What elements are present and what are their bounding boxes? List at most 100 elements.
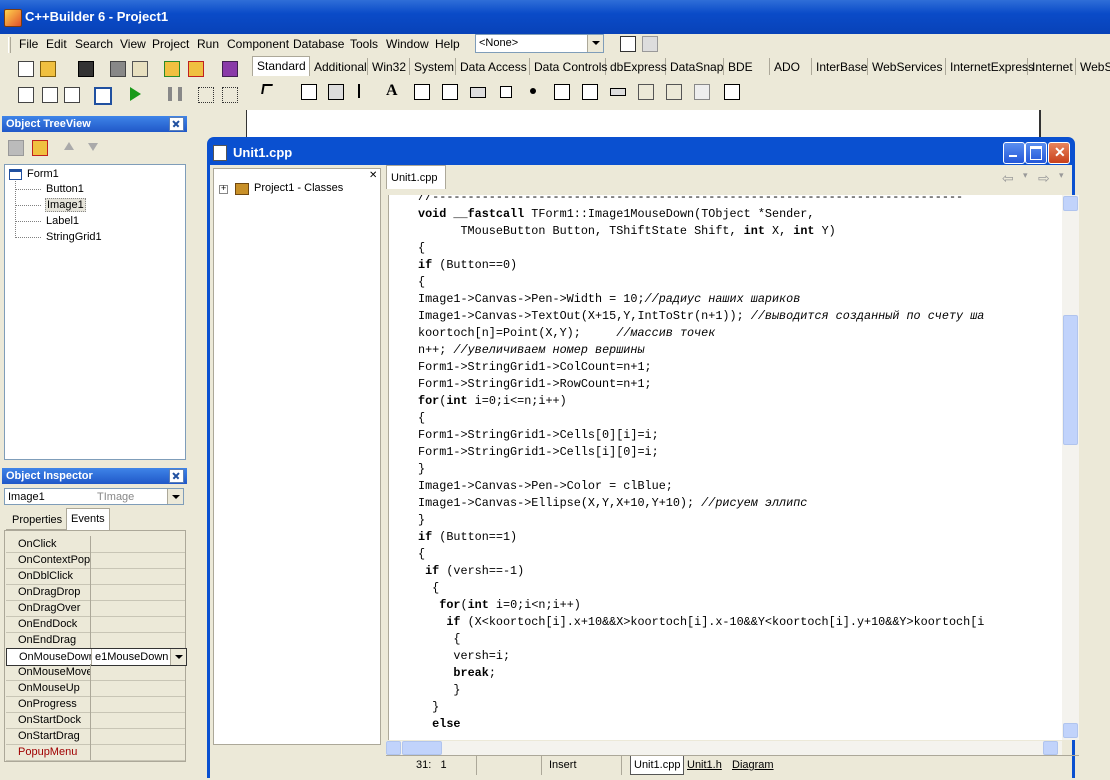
memo-component-icon[interactable] <box>440 82 458 100</box>
menu-edit[interactable]: Edit <box>46 37 67 51</box>
tab-webs[interactable]: WebS <box>1076 58 1110 75</box>
maximize-button[interactable] <box>1025 142 1047 164</box>
window-list-combo[interactable]: <None> <box>475 34 604 53</box>
menu-window[interactable]: Window <box>386 37 429 51</box>
expand-icon[interactable]: + <box>219 183 228 194</box>
open-project-icon[interactable] <box>130 59 148 77</box>
editor-tab-unit1-cpp[interactable]: Unit1.cpp <box>386 165 446 189</box>
tab-datasnap[interactable]: DataSnap <box>666 58 724 75</box>
delete-item-icon[interactable] <box>30 138 48 156</box>
tab-win32[interactable]: Win32 <box>368 58 410 75</box>
checkbox-component-icon[interactable] <box>496 82 514 100</box>
tree-item-stringgrid1[interactable]: StringGrid1 <box>46 231 102 243</box>
code-line[interactable]: if (X<koortoch[i].x+10&&X>koortoch[i].x-… <box>418 614 984 631</box>
scroll-right-icon[interactable] <box>1043 741 1058 755</box>
add-file-icon[interactable] <box>162 59 180 77</box>
bottom-tab-unit1-cpp[interactable]: Unit1.cpp <box>630 756 685 775</box>
code-line[interactable]: break; <box>418 665 496 682</box>
code-line[interactable]: } <box>418 461 425 478</box>
tab-bde[interactable]: BDE <box>724 58 770 75</box>
help-book-icon[interactable] <box>220 59 238 77</box>
event-row[interactable]: OnDragDrop <box>6 584 185 601</box>
step-over-icon[interactable] <box>220 85 238 103</box>
panel-component-icon[interactable] <box>692 82 710 100</box>
chevron-down-icon[interactable] <box>170 649 186 665</box>
class-root[interactable]: Project1 - Classes <box>254 182 343 194</box>
event-row[interactable]: OnStartDock <box>6 712 185 729</box>
code-line[interactable]: Image1->Canvas->TextOut(X+15,Y,IntToStr(… <box>418 308 984 325</box>
close-icon[interactable] <box>169 469 184 483</box>
scrollbar-component-icon[interactable] <box>608 82 626 100</box>
vertical-scrollbar[interactable] <box>1062 195 1079 740</box>
code-line[interactable]: for(int i=0;i<n;i++) <box>418 597 581 614</box>
event-row[interactable]: OnEndDrag <box>6 632 185 649</box>
combobox-component-icon[interactable] <box>580 82 598 100</box>
code-line[interactable]: if (Button==1) <box>418 529 517 546</box>
run-icon[interactable] <box>126 85 144 103</box>
radiogroup-component-icon[interactable] <box>664 82 682 100</box>
edit-component-icon[interactable] <box>412 82 430 100</box>
view-form-button[interactable] <box>640 34 658 52</box>
code-line[interactable]: n++; //увеличиваем номер вершины <box>418 342 645 359</box>
tab-system[interactable]: System <box>410 58 456 75</box>
listbox-component-icon[interactable] <box>552 82 570 100</box>
new-icon[interactable] <box>16 59 34 77</box>
code-line[interactable]: Form1->StringGrid1->Cells[0][i]=i; <box>418 427 659 444</box>
trace-into-icon[interactable] <box>196 85 214 103</box>
close-icon[interactable] <box>169 117 184 131</box>
code-line[interactable]: for(int i=0;i<=n;i++) <box>418 393 567 410</box>
bottom-tab-diagram[interactable]: Diagram <box>732 759 774 771</box>
groupbox-component-icon[interactable] <box>636 82 654 100</box>
code-line[interactable]: if (Button==0) <box>418 257 517 274</box>
code-line[interactable]: versh=i; <box>418 648 510 665</box>
button-component-icon[interactable] <box>468 82 486 100</box>
chevron-down-icon[interactable]: ▾ <box>1059 170 1064 181</box>
code-line[interactable]: //--------------------------------------… <box>418 195 963 206</box>
view-unit-icon[interactable] <box>16 85 34 103</box>
event-row[interactable]: OnEndDock <box>6 616 185 633</box>
tab-internet[interactable]: Internet <box>1028 58 1076 75</box>
back-arrow-icon[interactable]: ⇦ <box>1002 170 1014 187</box>
forward-arrow-icon[interactable]: ⇨ <box>1038 170 1050 187</box>
code-line[interactable]: { <box>418 274 425 291</box>
tree-item-button1[interactable]: Button1 <box>46 183 84 195</box>
tab-data-controls[interactable]: Data Controls <box>530 58 607 75</box>
menu-tools[interactable]: Tools <box>350 37 378 51</box>
remove-file-icon[interactable] <box>186 59 204 77</box>
code-line[interactable]: Form1->StringGrid1->RowCount=n+1; <box>418 376 652 393</box>
save-all-icon[interactable] <box>108 59 126 77</box>
event-row[interactable]: OnStartDrag <box>6 728 185 745</box>
actionlist-component-icon[interactable] <box>722 82 740 100</box>
code-line[interactable]: { <box>418 410 425 427</box>
tab-webservices[interactable]: WebServices <box>868 58 946 75</box>
close-window-button[interactable]: ✕ <box>1048 142 1070 164</box>
open-folder-icon[interactable] <box>38 59 56 77</box>
label-cursor-icon[interactable] <box>356 82 374 100</box>
code-line[interactable]: } <box>418 682 460 699</box>
event-row[interactable]: PopupMenu <box>6 744 185 761</box>
bottom-tab-unit1-h[interactable]: Unit1.h <box>687 759 722 771</box>
code-line[interactable]: void __fastcall TForm1::Image1MouseDown(… <box>418 206 814 223</box>
arrow-up-icon[interactable] <box>60 138 78 156</box>
code-line[interactable]: Image1->Canvas->Ellipse(X,Y,X+10,Y+10); … <box>418 495 807 512</box>
tab-properties[interactable]: Properties <box>6 510 66 530</box>
code-line[interactable]: koortoch[n]=Point(X,Y); //массив точек <box>418 325 715 342</box>
view-form-icon[interactable] <box>40 85 58 103</box>
mainmenu-component-icon[interactable] <box>299 82 317 100</box>
tab-additional[interactable]: Additional <box>310 58 368 75</box>
code-line[interactable]: if (versh==-1) <box>418 563 524 580</box>
code-line[interactable]: { <box>418 631 460 648</box>
horizontal-scrollbar[interactable] <box>386 741 1062 755</box>
new-form-icon[interactable] <box>92 85 112 105</box>
menu-file[interactable]: File <box>19 37 38 51</box>
scroll-left-icon[interactable] <box>386 741 401 755</box>
code-line[interactable]: } <box>418 512 425 529</box>
new-item-icon[interactable] <box>6 138 24 156</box>
code-line[interactable]: Form1->StringGrid1->Cells[i][0]=i; <box>418 444 659 461</box>
label-component-icon[interactable]: A <box>384 82 402 100</box>
radiobutton-component-icon[interactable] <box>524 82 542 100</box>
menu-run[interactable]: Run <box>197 37 219 51</box>
chevron-down-icon[interactable]: ▾ <box>1023 170 1028 181</box>
tab-events[interactable]: Events <box>66 508 110 531</box>
code-line[interactable]: Image1->Canvas->Pen->Width = 10;//радиус… <box>418 291 800 308</box>
